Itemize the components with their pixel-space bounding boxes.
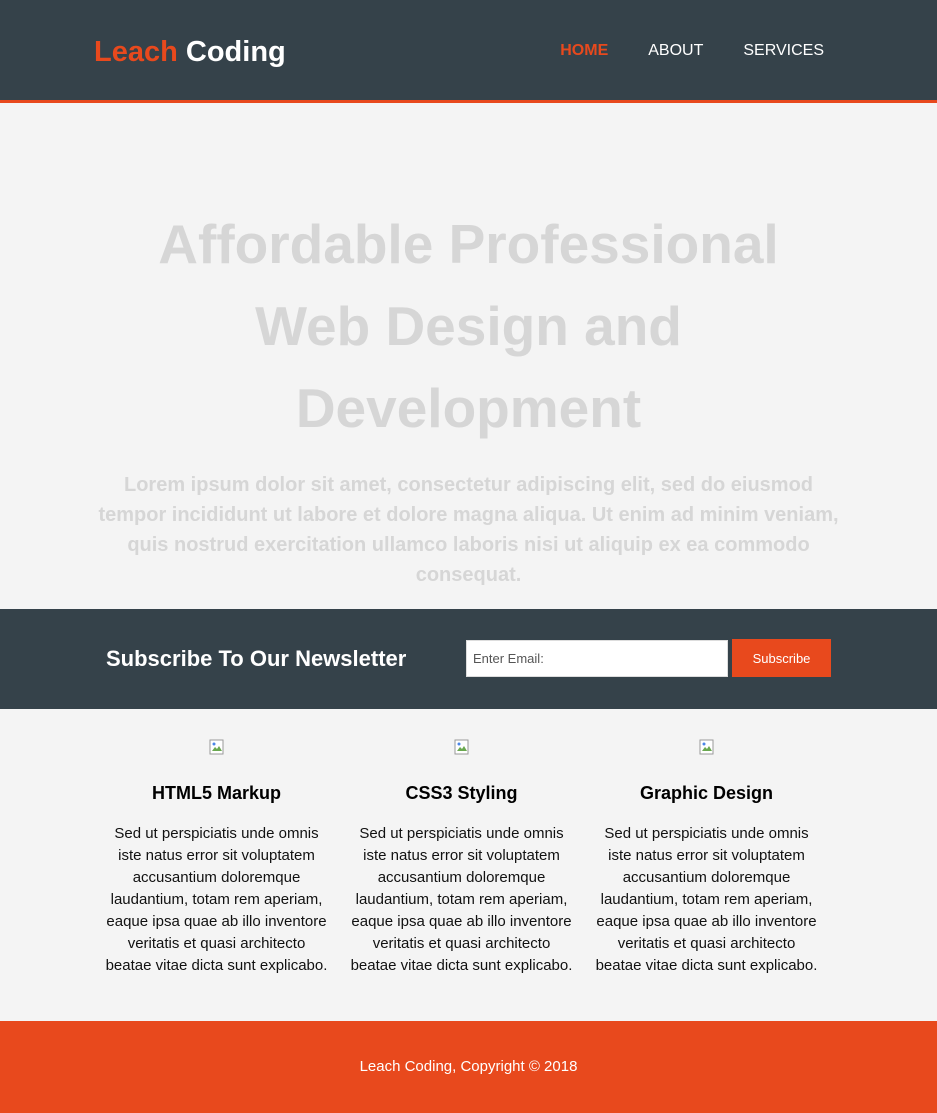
email-input[interactable] [466, 640, 728, 677]
feature-title: Graphic Design [639, 783, 774, 803]
nav-link-about[interactable]: About [648, 42, 703, 59]
footer-copyright: Leach Coding, Copyright © 2018 [359, 1058, 578, 1075]
feature-text: Sed ut perspiciatis unde omnis iste natu… [595, 825, 818, 974]
nav-item-services: Services [743, 41, 824, 61]
broken-image-icon [209, 739, 225, 755]
site-header: Leach Coding Home About Services [0, 0, 937, 103]
feature-title: HTML5 Markup [151, 783, 281, 803]
showcase-title: Affordable Professional Web Design and D… [158, 213, 779, 439]
site-footer: Leach Coding, Copyright © 2018 [0, 1021, 937, 1113]
feature-title: CSS3 Styling [405, 783, 518, 803]
showcase-text: Lorem ipsum dolor sit amet, consectetur … [98, 474, 839, 586]
newsletter-title: Subscribe To Our Newsletter [106, 646, 407, 671]
brand-logo[interactable]: Leach Coding [94, 35, 286, 69]
nav-item-about: About [648, 41, 703, 61]
features-section: HTML5 Markup Sed ut perspiciatis unde om… [0, 709, 937, 1021]
feature-text: Sed ut perspiciatis unde omnis iste natu… [350, 825, 573, 974]
brand-rest: Coding [185, 36, 286, 68]
feature-box-graphic-design: Graphic Design Sed ut perspiciatis unde … [594, 739, 819, 977]
broken-image-icon [699, 739, 715, 755]
feature-text: Sed ut perspiciatis unde omnis iste natu… [105, 825, 328, 974]
brand-highlight: Leach [94, 36, 178, 68]
subscribe-button[interactable]: Subscribe [732, 639, 831, 677]
feature-box-css3: CSS3 Styling Sed ut perspiciatis unde om… [349, 739, 574, 977]
nav-link-home[interactable]: Home [560, 42, 608, 59]
showcase-section: Affordable Professional Web Design and D… [0, 103, 937, 609]
main-nav: Home About Services [560, 41, 824, 61]
broken-image-icon [454, 739, 470, 755]
nav-link-services[interactable]: Services [743, 42, 824, 59]
feature-box-html5: HTML5 Markup Sed ut perspiciatis unde om… [104, 739, 329, 977]
nav-item-home: Home [560, 41, 608, 61]
newsletter-section: Subscribe To Our Newsletter Subscribe [0, 609, 937, 709]
